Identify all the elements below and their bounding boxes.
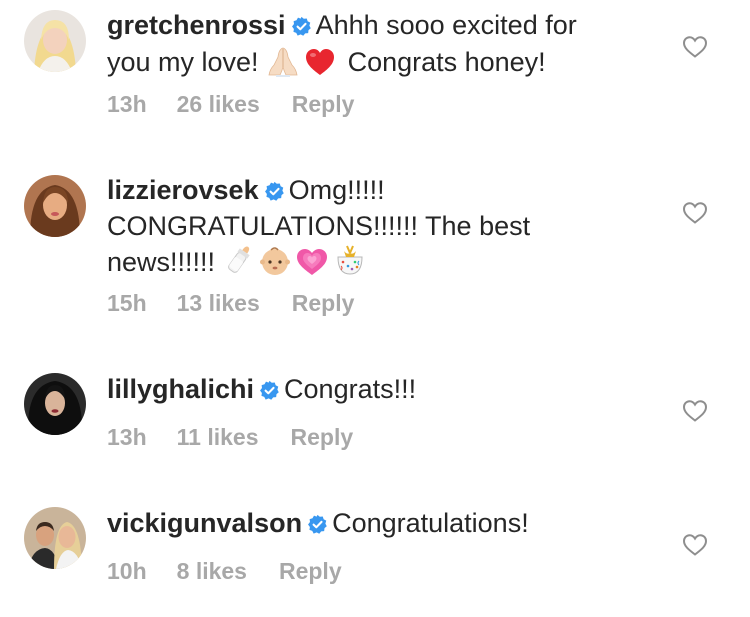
reply-button[interactable]: Reply (291, 424, 354, 451)
avatar[interactable] (24, 507, 86, 569)
folded-hands-emoji-icon (266, 45, 300, 85)
comment-username[interactable]: lillyghalichi (107, 374, 254, 404)
reply-button[interactable]: Reply (292, 290, 355, 317)
reply-button[interactable]: Reply (279, 558, 342, 585)
avatar[interactable] (24, 175, 86, 237)
like-heart-icon[interactable] (682, 399, 708, 423)
like-heart-icon[interactable] (682, 533, 708, 557)
verified-badge-icon (264, 177, 285, 210)
likes-count[interactable]: 8 likes (177, 558, 247, 585)
like-heart-icon[interactable] (682, 35, 708, 59)
likes-count[interactable]: 11 likes (177, 424, 259, 451)
comment-text: lizzierovsek Omg!!!!! CONGRATULATIONS!!!!… (107, 174, 627, 285)
red-heart-emoji-icon (304, 47, 336, 85)
reply-button[interactable]: Reply (292, 91, 355, 118)
comment-meta: 10h 8 likes Reply (107, 558, 342, 585)
comment-username[interactable]: gretchenrossi (107, 10, 286, 40)
likes-count[interactable]: 13 likes (177, 290, 260, 317)
comment-text: lillyghalichi Congrats!!! (107, 373, 627, 409)
verified-badge-icon (259, 376, 280, 409)
comment-username[interactable]: lizzierovsek (107, 175, 259, 205)
growing-heart-emoji-icon (295, 247, 329, 285)
avatar[interactable] (24, 373, 86, 435)
comment-body: Congrats!!! (284, 374, 417, 404)
comment-body: Congratulations! (332, 508, 529, 538)
confetti-ball-emoji-icon (333, 243, 367, 285)
comment-meta: 13h 11 likes Reply (107, 424, 353, 451)
verified-badge-icon (307, 510, 328, 543)
like-heart-icon[interactable] (682, 201, 708, 225)
comment-meta: 13h 26 likes Reply (107, 91, 354, 118)
comment-body-continued: Congrats honey! (340, 47, 546, 77)
likes-count[interactable]: 26 likes (177, 91, 260, 118)
comment-meta: 15h 13 likes Reply (107, 290, 354, 317)
verified-badge-icon (291, 12, 312, 45)
avatar[interactable] (24, 10, 86, 72)
comment-timestamp: 15h (107, 290, 147, 316)
comment-text: vickigunvalson Congratulations! (107, 507, 627, 543)
comment-text: gretchenrossi Ahhh sooo excited for you m… (107, 9, 627, 85)
comment-username[interactable]: vickigunvalson (107, 508, 302, 538)
baby-bottle-emoji-icon (223, 243, 255, 285)
baby-emoji-icon (259, 245, 291, 285)
comment-timestamp: 13h (107, 91, 147, 117)
comment-timestamp: 10h (107, 558, 147, 584)
comment-timestamp: 13h (107, 424, 147, 450)
